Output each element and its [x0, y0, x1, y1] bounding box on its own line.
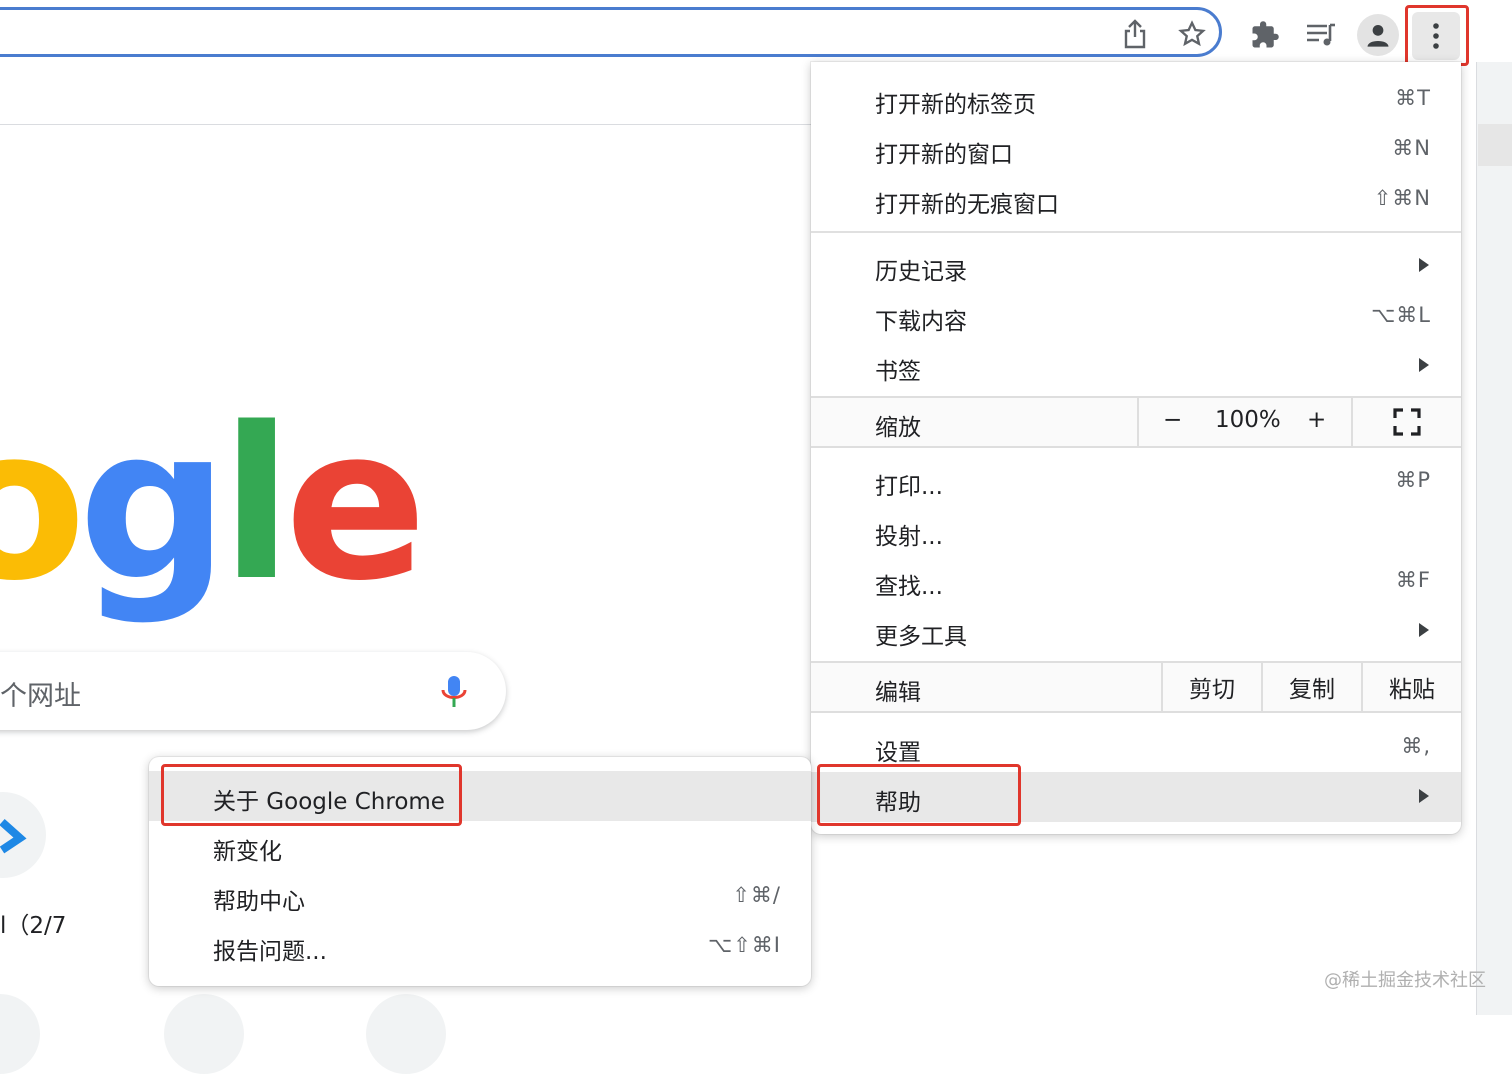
more-menu-highlight: [1405, 5, 1469, 66]
edit-row: 编辑 剪切 复制 粘贴: [811, 661, 1461, 713]
copy-button[interactable]: 复制: [1261, 663, 1361, 711]
extensions-icon[interactable]: [1246, 16, 1284, 54]
search-box[interactable]: 个网址: [0, 652, 506, 730]
submenu-item-whats-new[interactable]: 新变化: [149, 821, 811, 871]
menu-item-downloads[interactable]: 下载内容 ⌥⌘L: [811, 291, 1461, 341]
submenu-arrow-icon: [1419, 358, 1429, 372]
menu-item-new-window[interactable]: 打开新的窗口 ⌘N: [811, 124, 1461, 174]
address-bar[interactable]: [0, 7, 1222, 57]
search-placeholder: 个网址: [0, 681, 81, 712]
shortcut-label: l（2/7: [0, 913, 67, 939]
shortcut-tile[interactable]: [0, 994, 40, 1074]
star-icon[interactable]: [1174, 16, 1210, 52]
media-icon[interactable]: [1302, 16, 1340, 54]
zoom-out-button[interactable]: −: [1163, 407, 1182, 433]
submenu-arrow-icon: [1419, 789, 1429, 803]
menu-item-cast[interactable]: 投射...: [811, 506, 1461, 556]
zoom-row: 缩放 − 100% +: [811, 396, 1461, 448]
submenu-arrow-icon: [1419, 258, 1429, 272]
zoom-in-button[interactable]: +: [1307, 407, 1326, 433]
cut-button[interactable]: 剪切: [1161, 663, 1261, 711]
edit-label: 编辑: [875, 680, 921, 706]
page-scroll-gutter: [1476, 62, 1512, 1015]
menu-item-more-tools[interactable]: 更多工具: [811, 606, 1461, 656]
zoom-level: 100%: [1215, 407, 1281, 433]
menu-item-print[interactable]: 打印... ⌘P: [811, 456, 1461, 506]
side-tab: [1478, 124, 1512, 166]
browser-toolbar: [0, 0, 1512, 66]
zoom-label: 缩放: [875, 415, 921, 441]
profile-icon[interactable]: [1357, 14, 1399, 56]
fullscreen-icon: [1393, 408, 1421, 436]
fullscreen-button[interactable]: [1351, 398, 1461, 446]
bookmarks-bar-divider: [0, 124, 812, 125]
paste-button[interactable]: 粘贴: [1361, 663, 1461, 711]
chrome-main-menu: 打开新的标签页 ⌘T 打开新的窗口 ⌘N 打开新的无痕窗口 ⇧⌘N 历史记录 下…: [811, 62, 1461, 834]
about-chrome-highlight: [161, 764, 462, 826]
submenu-arrow-icon: [1419, 623, 1429, 637]
help-item-highlight: [817, 764, 1021, 826]
menu-divider: [811, 231, 1461, 233]
submenu-item-report-issue[interactable]: 报告问题... ⌥⇧⌘I: [149, 921, 811, 971]
shortcut-tile[interactable]: [164, 994, 244, 1074]
shortcut-tile[interactable]: [0, 792, 46, 878]
submenu-item-help-center[interactable]: 帮助中心 ⇧⌘/: [149, 871, 811, 921]
menu-item-new-incognito-window[interactable]: 打开新的无痕窗口 ⇧⌘N: [811, 174, 1461, 224]
menu-item-bookmarks[interactable]: 书签: [811, 341, 1461, 391]
menu-item-new-tab[interactable]: 打开新的标签页 ⌘T: [811, 74, 1461, 124]
google-logo: ogle: [0, 382, 427, 627]
watermark: @稀土掘金技术社区: [1324, 970, 1486, 991]
menu-item-find[interactable]: 查找... ⌘F: [811, 556, 1461, 606]
menu-item-history[interactable]: 历史记录: [811, 241, 1461, 291]
shortcut-tile[interactable]: [366, 994, 446, 1074]
microphone-icon[interactable]: [440, 674, 468, 714]
share-icon[interactable]: [1118, 16, 1152, 52]
zoom-controls: − 100% +: [1137, 398, 1351, 446]
